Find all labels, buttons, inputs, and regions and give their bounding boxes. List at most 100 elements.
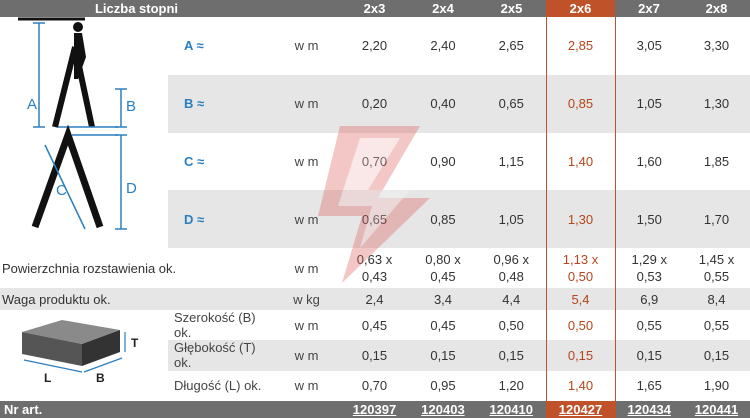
header-title: Liczba stopni — [0, 0, 273, 17]
cell: 2,65 — [498, 38, 524, 54]
surface-top: 0,80 x — [425, 252, 461, 267]
surface-top: 1,13 x — [562, 252, 599, 267]
cell: 3,30 — [703, 38, 730, 54]
cell: 1,65 — [636, 378, 662, 394]
surface-label: Powierzchnia rozstawienia ok. — [2, 260, 177, 276]
cell: 1,70 — [683, 190, 750, 248]
cell-highlight: 5,4 — [545, 288, 616, 310]
dim-unit: w m — [294, 153, 319, 169]
surface-bottom: 0,43 — [361, 269, 388, 284]
cell: 0,70 — [361, 153, 388, 169]
cell: 0,90 — [430, 153, 456, 169]
surface-top: 1,45 x — [698, 252, 735, 267]
package-unit: w m — [273, 340, 340, 371]
package-label-depth: Głębokość (T) ok. — [168, 340, 273, 371]
figure-letter-d: D — [126, 180, 137, 197]
cell: 8,4 — [683, 288, 750, 310]
surface-top: 0,63 x — [356, 252, 393, 267]
cell-highlight: 1,30 — [545, 190, 616, 248]
cell: 0,15 — [683, 340, 750, 371]
cell: 1,60 — [636, 153, 662, 169]
package-figure: T L B — [0, 310, 168, 401]
cell: 3,05 — [636, 38, 662, 54]
dim-label-d: D ≈ — [168, 190, 273, 248]
cell: 0,55 — [636, 317, 662, 333]
cell-highlight: 1,40 — [545, 132, 616, 191]
dim-row-a: A B C D A ≈ w m 2,20 2,40 2,65 2,85 3,05… — [0, 17, 750, 230]
article-link[interactable]: 120441 — [683, 401, 750, 418]
box-letter-b: B — [96, 371, 105, 385]
cell-highlight: 1,40 — [545, 370, 616, 401]
weight-label: Waga produktu ok. — [0, 288, 273, 310]
cell-highlight: 0,15 — [545, 340, 616, 371]
box-diagram-icon: T L B — [22, 320, 139, 385]
cell: 0,15 — [615, 340, 683, 371]
surface-cell: 0,96 x 0,48 — [477, 248, 546, 288]
surface-unit: w m — [294, 260, 319, 276]
surface-bottom: 0,48 — [498, 269, 524, 284]
cell: 6,9 — [615, 288, 683, 310]
package-unit: w m — [294, 317, 319, 333]
package-label-width: Szerokość (B) ok. — [174, 310, 256, 341]
article-label: Nr art. — [0, 401, 340, 418]
cell: 0,45 — [361, 317, 388, 333]
surface-bottom: 0,45 — [430, 269, 456, 284]
article-link-highlight[interactable]: 120427 — [545, 401, 616, 418]
package-unit: w m — [294, 378, 319, 394]
cell: 2,40 — [430, 38, 456, 54]
article-link[interactable]: 120397 — [340, 401, 409, 418]
surface-top: 0,96 x — [493, 252, 529, 267]
dim-unit: w m — [273, 74, 340, 133]
package-row-width: T L B Szerokość (B) ok. w m 0,45 0,45 0,… — [0, 310, 750, 385]
surface-top: 1,29 x — [631, 252, 667, 267]
weight-row: Waga produktu ok. w kg 2,4 3,4 4,4 5,4 6… — [0, 288, 750, 310]
surface-cell: 1,29 x 0,53 — [615, 248, 683, 288]
header-unit-spacer — [273, 0, 340, 17]
surface-cell-highlight: 1,13 x 0,50 — [545, 248, 616, 288]
header-col-2x3: 2x3 — [340, 0, 409, 17]
spec-table: Liczba stopni 2x3 2x4 2x5 2x6 2x7 2x8 A … — [0, 0, 750, 418]
cell: 0,40 — [409, 74, 477, 133]
header-col-2x8: 2x8 — [683, 0, 750, 17]
header-col-2x6: 2x6 — [546, 0, 615, 17]
cell: 2,20 — [361, 38, 388, 54]
cell: 1,15 — [498, 153, 524, 169]
surface-cell: 0,63 x 0,43 — [340, 248, 409, 288]
cell: 0,65 — [340, 190, 409, 248]
cell: 1,85 — [703, 153, 730, 169]
dim-label-a: A ≈ — [184, 38, 204, 54]
cell: 0,15 — [409, 340, 477, 371]
cell: 1,50 — [615, 190, 683, 248]
header-col-2x5: 2x5 — [477, 0, 546, 17]
cell: 0,65 — [477, 74, 546, 133]
spec-sheet: Liczba stopni 2x3 2x4 2x5 2x6 2x7 2x8 A … — [0, 0, 750, 418]
surface-bottom: 0,50 — [567, 269, 594, 284]
cell: 0,70 — [361, 378, 388, 394]
article-link[interactable]: 120403 — [409, 401, 477, 418]
box-letter-l: L — [44, 371, 51, 385]
header-row: Liczba stopni 2x3 2x4 2x5 2x6 2x7 2x8 — [0, 0, 750, 17]
dim-unit: w m — [273, 190, 340, 248]
box-letter-t: T — [131, 336, 139, 350]
surface-row: Powierzchnia rozstawienia ok. w m 0,63 x… — [0, 248, 750, 288]
article-link[interactable]: 120434 — [615, 401, 683, 418]
figure-letter-c: C — [56, 182, 67, 199]
cell-highlight: 2,85 — [545, 17, 616, 75]
cell: 0,55 — [703, 317, 730, 333]
cell: 0,20 — [340, 74, 409, 133]
package-label-length: Długość (L) ok. — [174, 378, 262, 394]
cell: 3,4 — [409, 288, 477, 310]
dim-label-c: C ≈ — [184, 153, 205, 169]
ladder-diagram-icon: A B C D — [18, 17, 137, 230]
dim-unit: w m — [294, 38, 319, 54]
cell: 0,45 — [430, 317, 456, 333]
figure-letter-a: A — [27, 96, 37, 113]
cell: 4,4 — [477, 288, 546, 310]
article-link[interactable]: 120410 — [477, 401, 546, 418]
cell: 2,4 — [340, 288, 409, 310]
article-row: Nr art. 120397 120403 120410 120427 1204… — [0, 401, 750, 418]
surface-bottom: 0,53 — [636, 269, 662, 284]
weight-unit: w kg — [273, 288, 340, 310]
cell: 0,95 — [430, 378, 456, 394]
cell: 1,05 — [477, 190, 546, 248]
